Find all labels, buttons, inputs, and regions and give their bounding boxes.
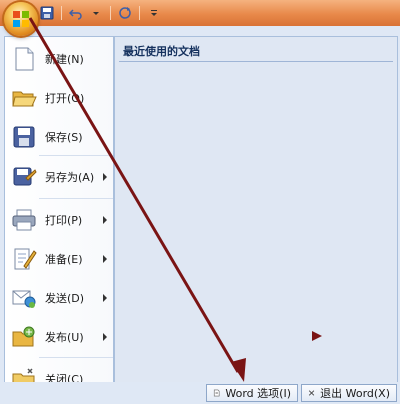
menu-item-label: 发布(U) <box>45 331 84 344</box>
menu-item-label: 打印(P) <box>45 214 83 227</box>
menu-item-publish[interactable]: 发布(U) <box>5 318 113 356</box>
open-folder-icon <box>12 91 37 107</box>
save-as-icon <box>13 167 37 186</box>
word-options-label: Word 选项(I) <box>225 387 291 400</box>
printer-icon <box>12 209 36 231</box>
submenu-arrow-icon <box>103 255 107 263</box>
recent-title-divider <box>119 61 393 62</box>
office-menu-commands: 新建(N) 打开(O) 保存(S) 另存为(A) 打印(P) 准备(E) 发送(… <box>4 36 114 404</box>
office-logo-icon <box>13 11 29 27</box>
menu-item-save-as[interactable]: 另存为(A) <box>5 158 113 196</box>
undo-dropdown-button[interactable] <box>87 4 105 22</box>
menu-item-print[interactable]: 打印(P) <box>5 201 113 239</box>
prepare-pencil-icon <box>14 248 37 270</box>
title-bar <box>0 0 400 27</box>
recent-documents-title: 最近使用的文档 <box>123 45 200 58</box>
menu-separator <box>39 155 113 156</box>
menu-item-send[interactable]: 发送(D) <box>5 279 113 317</box>
submenu-arrow-icon <box>103 173 107 181</box>
save-disk-icon <box>13 126 35 148</box>
undo-button[interactable] <box>67 4 85 22</box>
menu-item-label: 发送(D) <box>45 292 85 305</box>
toolbar-separator <box>139 6 140 20</box>
new-document-icon <box>15 47 34 71</box>
customize-icon <box>151 10 157 16</box>
office-menu: 新建(N) 打开(O) 保存(S) 另存为(A) 打印(P) 准备(E) 发送(… <box>0 26 400 404</box>
submenu-arrow-icon <box>103 333 107 341</box>
save-quick-button[interactable] <box>38 4 56 22</box>
toolbar-separator <box>110 6 111 20</box>
cursor-marker-icon <box>312 331 322 341</box>
menu-item-open[interactable]: 打开(O) <box>5 79 113 117</box>
office-button[interactable] <box>4 2 38 36</box>
menu-item-label: 另存为(A) <box>45 171 95 184</box>
chevron-down-icon <box>93 12 99 15</box>
customize-toolbar-button[interactable] <box>145 4 163 22</box>
recent-documents-panel: 最近使用的文档 <box>114 36 398 394</box>
menu-item-save[interactable]: 保存(S) <box>5 118 113 156</box>
menu-item-label: 新建(N) <box>45 53 84 66</box>
redo-icon <box>119 7 131 19</box>
word-options-button[interactable]: Word 选项(I) <box>206 384 298 402</box>
exit-x-icon <box>308 390 315 396</box>
menu-item-prepare[interactable]: 准备(E) <box>5 240 113 278</box>
options-document-icon <box>213 389 220 397</box>
menu-item-new[interactable]: 新建(N) <box>5 40 113 78</box>
menu-item-label: 保存(S) <box>45 131 83 144</box>
office-menu-footer: Word 选项(I) 退出 Word(X) <box>0 382 400 404</box>
save-icon <box>40 6 54 20</box>
toolbar-separator <box>61 6 62 20</box>
menu-separator <box>39 198 113 199</box>
menu-separator <box>39 357 113 358</box>
redo-button[interactable] <box>116 4 134 22</box>
menu-item-label: 打开(O) <box>45 92 85 105</box>
exit-word-label: 退出 Word(X) <box>320 387 390 400</box>
exit-word-button[interactable]: 退出 Word(X) <box>301 384 397 402</box>
publish-folder-icon <box>12 326 35 347</box>
submenu-arrow-icon <box>103 294 107 302</box>
send-icon <box>12 290 36 308</box>
submenu-arrow-icon <box>103 216 107 224</box>
quick-access-toolbar <box>38 3 163 23</box>
undo-icon <box>69 9 82 20</box>
menu-item-label: 准备(E) <box>45 253 83 266</box>
